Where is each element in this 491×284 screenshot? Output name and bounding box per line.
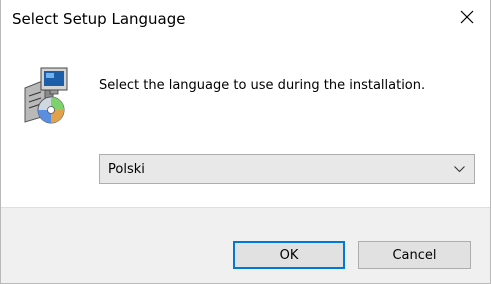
cancel-button[interactable]: Cancel [358,241,471,269]
title-bar[interactable]: Select Setup Language [1,0,490,40]
dialog-footer: OK Cancel [1,207,490,283]
close-button[interactable] [444,0,490,34]
select-setup-language-dialog: Select Setup Language Select the languag… [0,0,491,284]
language-select-value: Polski [108,162,145,177]
language-select[interactable]: Polski [99,154,475,184]
setup-package-icon [24,67,68,124]
ok-button[interactable]: OK [233,241,345,269]
instruction-text: Select the language to use during the in… [99,78,426,93]
chevron-down-icon [454,166,465,173]
close-icon [460,10,474,24]
dialog-content: Select the language to use during the in… [1,40,490,207]
dialog-title: Select Setup Language [12,10,186,28]
